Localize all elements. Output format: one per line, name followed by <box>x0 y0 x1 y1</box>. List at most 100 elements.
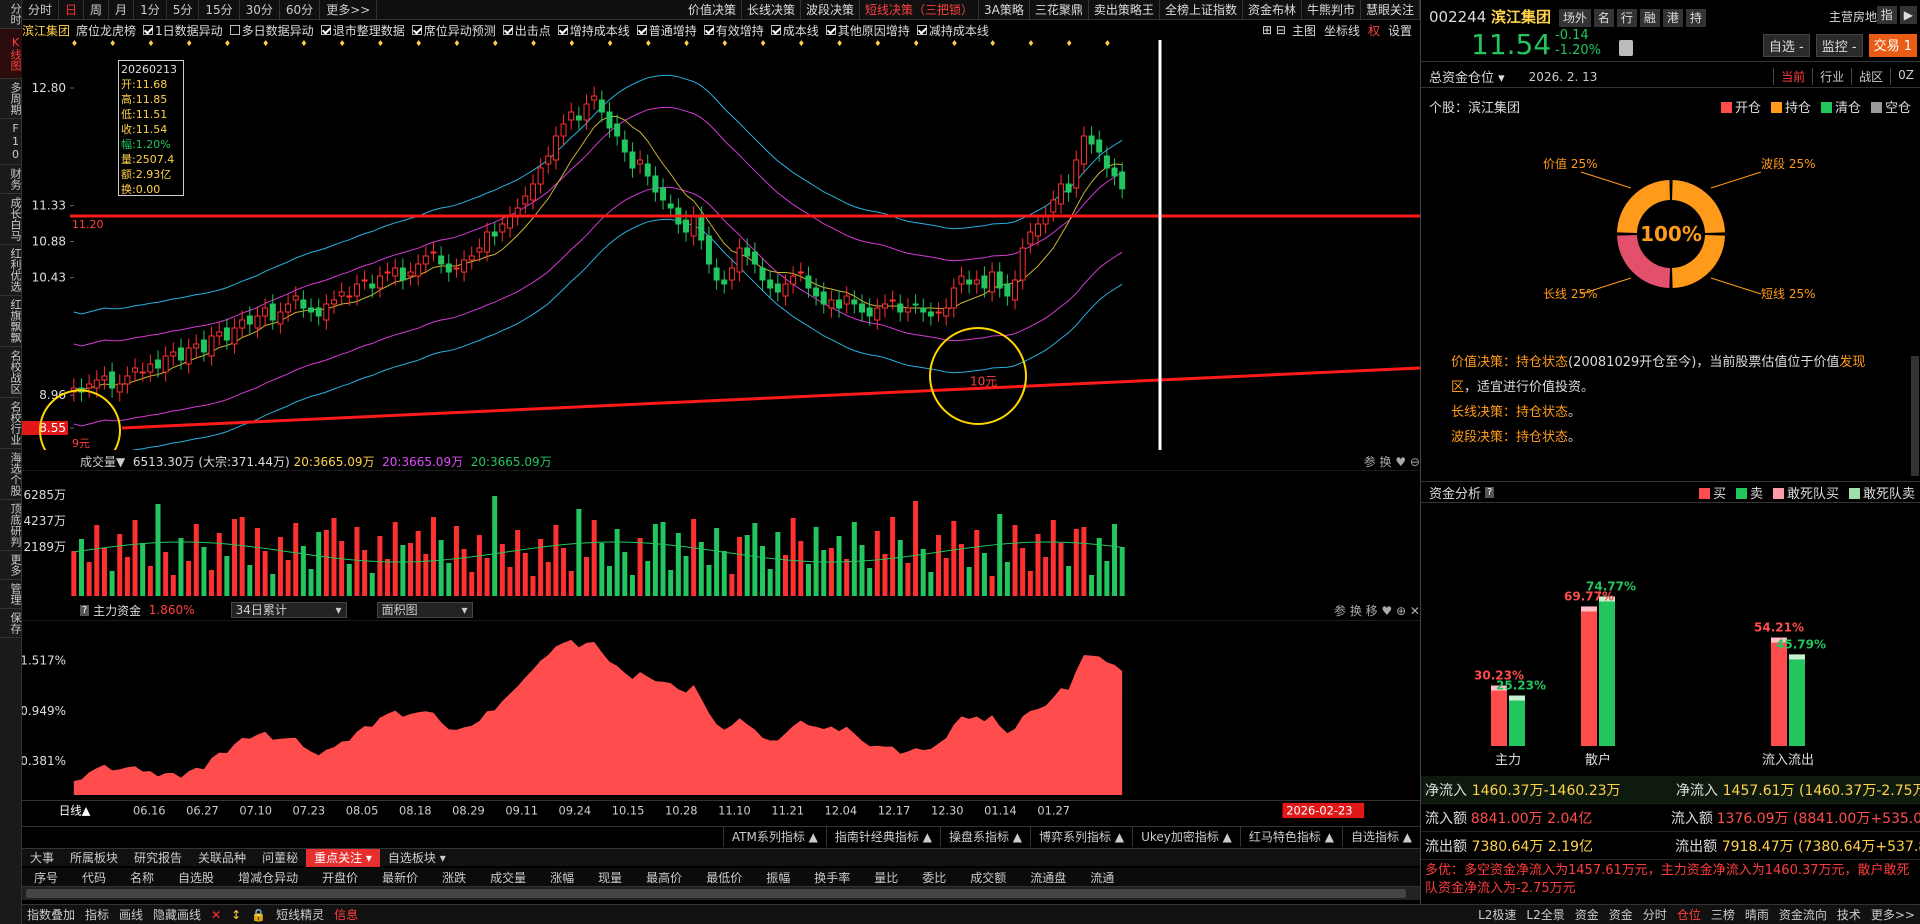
status-right-3[interactable]: 资金 <box>1604 906 1638 923</box>
bottom-tab-4[interactable]: 问董秘 <box>254 849 306 867</box>
table-col-11[interactable]: 最高价 <box>634 869 694 886</box>
position-tab-3[interactable]: 0Z <box>1890 68 1920 85</box>
indicator-btn-3[interactable]: 博弈系列指标 ▲ <box>1030 826 1132 847</box>
table-col-10[interactable]: 现量 <box>586 869 634 886</box>
table-col-5[interactable]: 开盘价 <box>310 869 370 886</box>
decision-btn-8[interactable]: 资金布林 <box>1243 0 1302 20</box>
quote-btn-2[interactable]: 行 <box>1616 9 1637 27</box>
quote-right-btn-1[interactable]: ▶ <box>1899 6 1917 24</box>
period-btn-5[interactable]: 5分 <box>167 0 200 20</box>
table-col-14[interactable]: 换手率 <box>802 869 862 886</box>
status-mid-1[interactable]: 信息 <box>329 906 363 923</box>
period-btn-8[interactable]: 60分 <box>280 0 321 20</box>
indicator-btn-2[interactable]: 操盘系指标 ▲ <box>939 826 1030 847</box>
table-col-0[interactable]: 序号 <box>22 869 70 886</box>
decision-btn-10[interactable]: 慧眼关注 <box>1361 0 1420 20</box>
status-right-10[interactable]: 更多>> <box>1866 906 1920 923</box>
checkbox-icon[interactable] <box>411 25 422 35</box>
opt-right-3[interactable]: 设置 <box>1388 22 1412 39</box>
left-tab-2[interactable]: 多周期 <box>0 79 22 119</box>
period-btn-6[interactable]: 15分 <box>199 0 240 20</box>
opt-right-1[interactable]: 坐标线 <box>1324 22 1360 39</box>
opt-right-0[interactable]: 主图 <box>1292 22 1316 39</box>
position-tab-1[interactable]: 行业 <box>1812 68 1851 85</box>
period-btn-2[interactable]: 周 <box>84 0 110 20</box>
option-8[interactable]: 有效增持 <box>703 22 764 39</box>
volume-param-icon[interactable]: 参 换 ♥ ⊖ <box>1364 453 1420 470</box>
bottom-tab-6[interactable]: 自选板块 ▾ <box>380 849 454 867</box>
decision-btn-1[interactable]: 长线决策 <box>742 0 802 20</box>
quote-btn-0[interactable]: 场外 <box>1558 9 1591 27</box>
status-mid-0[interactable]: 短线精灵 <box>271 906 329 923</box>
status-right-2[interactable]: 资金 <box>1570 906 1604 923</box>
option-5[interactable]: 出击点 <box>502 22 551 39</box>
period-btn-7[interactable]: 30分 <box>240 0 280 20</box>
table-col-16[interactable]: 委比 <box>910 869 958 886</box>
left-tab-14[interactable]: 保存 <box>0 609 22 638</box>
scroll-thumb[interactable] <box>26 889 1406 898</box>
table-col-6[interactable]: 最新价 <box>370 869 430 886</box>
checkbox-icon[interactable] <box>229 25 240 35</box>
checkbox-icon[interactable] <box>320 25 331 35</box>
left-tab-9[interactable]: 名校行业 <box>0 398 22 449</box>
volume-title[interactable]: 成交量▼ <box>80 453 125 470</box>
checkbox-icon[interactable] <box>770 25 781 35</box>
checkbox-icon[interactable] <box>825 25 836 35</box>
quote-btn-5[interactable]: 持 <box>1685 9 1706 27</box>
status-left-0[interactable]: 指数叠加 <box>22 906 80 923</box>
left-tab-13[interactable]: 管理 <box>0 580 22 609</box>
option-0[interactable]: 席位龙虎榜 <box>76 22 136 39</box>
period-btn-1[interactable]: 日 <box>59 0 85 20</box>
option-7[interactable]: 普通增持 <box>636 22 697 39</box>
left-tab-6[interactable]: 红利优选 <box>0 245 22 296</box>
status-right-1[interactable]: L2全景 <box>1521 906 1569 923</box>
opt-right-2[interactable]: 权 <box>1368 22 1380 39</box>
table-col-17[interactable]: 成交额 <box>958 869 1018 886</box>
table-col-19[interactable]: 流通 <box>1078 869 1126 886</box>
table-col-18[interactable]: 流通盘 <box>1018 869 1078 886</box>
option-6[interactable]: 增持成本线 <box>557 22 630 39</box>
close-icon[interactable]: ✕ <box>206 908 226 922</box>
option-2[interactable]: 多日数据异动 <box>229 22 314 39</box>
checkbox-icon[interactable] <box>636 25 647 35</box>
status-right-5[interactable]: 仓位 <box>1672 906 1706 923</box>
panel-scrollbar[interactable] <box>1911 356 1919 476</box>
decision-btn-2[interactable]: 波段决策 <box>801 0 861 20</box>
option-9[interactable]: 成本线 <box>770 22 819 39</box>
quote-btn-3[interactable]: 融 <box>1639 9 1660 27</box>
status-left-1[interactable]: 指标 <box>80 906 114 923</box>
option-10[interactable]: 其他原因增持 <box>825 22 910 39</box>
fund-type-select[interactable]: 面积图 ▾ <box>376 602 473 618</box>
option-11[interactable]: 减持成本线 <box>916 22 989 39</box>
decision-btn-3[interactable]: 短线决策（三把锁） <box>860 0 980 20</box>
indicator-btn-1[interactable]: 指南针经典指标 ▲ <box>825 826 940 847</box>
period-btn-0[interactable]: 分时 <box>22 0 60 20</box>
left-tab-4[interactable]: 财务 <box>0 165 22 194</box>
decision-btn-6[interactable]: 卖出策略王 <box>1089 0 1160 20</box>
quote-btn-4[interactable]: 港 <box>1662 9 1683 27</box>
zoom-icons[interactable]: ⊞ ⊟ <box>1262 23 1286 37</box>
option-3[interactable]: 退市整理数据 <box>320 22 405 39</box>
decision-btn-0[interactable]: 价值决策 <box>683 0 742 20</box>
status-right-8[interactable]: 资金流向 <box>1774 906 1832 923</box>
left-tab-5[interactable]: 成长白马 <box>0 194 22 245</box>
status-right-9[interactable]: 技术 <box>1832 906 1866 923</box>
trade-button[interactable]: 交易 1 <box>1868 34 1917 57</box>
decision-btn-7[interactable]: 全榜上证指数 <box>1160 0 1243 20</box>
decision-btn-5[interactable]: 三花聚鼎 <box>1030 0 1089 20</box>
kline-main-chart[interactable]: 12.8011.3310.8810.438.968.5511.209元10元♦ ♦… <box>22 40 1420 450</box>
checkbox-icon[interactable] <box>143 25 154 35</box>
quote-right-btn-0[interactable]: 指 <box>1876 6 1897 24</box>
lock-icon[interactable]: 🔒 <box>246 908 271 922</box>
left-tab-10[interactable]: 海选个股 <box>0 449 22 500</box>
position-title[interactable]: 总资金仓位 ▾ <box>1429 67 1505 86</box>
left-tab-1[interactable]: K线图 <box>0 29 22 79</box>
checkbox-icon[interactable] <box>502 25 513 35</box>
bottom-tab-1[interactable]: 所属板块 <box>62 849 126 867</box>
checkbox-icon[interactable] <box>557 25 568 35</box>
move-icon[interactable]: ↕ <box>226 908 246 922</box>
calculator-icon[interactable] <box>1619 40 1633 56</box>
table-col-13[interactable]: 振幅 <box>754 869 802 886</box>
status-right-7[interactable]: 晴雨 <box>1740 906 1774 923</box>
table-col-7[interactable]: 涨跌 <box>430 869 478 886</box>
